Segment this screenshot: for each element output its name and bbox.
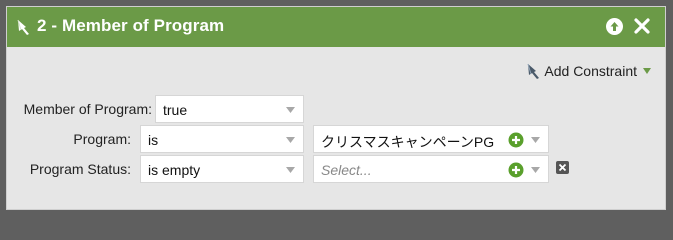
plus-circle-icon[interactable] xyxy=(508,132,524,148)
member-of-program-select[interactable]: true xyxy=(155,95,304,123)
add-constraint-button[interactable]: Add Constraint xyxy=(526,63,651,79)
filter-wand-icon xyxy=(17,19,29,35)
chevron-down-icon xyxy=(286,137,295,143)
program-operator-select[interactable]: is xyxy=(140,125,304,153)
program-label: Program: xyxy=(73,131,131,147)
square-x-icon[interactable] xyxy=(556,161,569,174)
chevron-down-icon xyxy=(531,137,540,143)
filter-wand-icon xyxy=(527,63,540,79)
program-status-label: Program Status: xyxy=(29,161,131,177)
member-of-program-label: Member of Program: xyxy=(23,101,152,117)
program-status-placeholder: Select... xyxy=(321,162,372,178)
program-value-select[interactable]: クリスマスキャンペーンPG xyxy=(313,125,549,153)
chevron-down-icon xyxy=(531,167,540,173)
filter-titlebar: 2 - Member of Program xyxy=(7,7,665,47)
program-status-operator-select[interactable]: is empty xyxy=(140,155,304,183)
filter-title: 2 - Member of Program xyxy=(37,16,225,35)
program-value: クリスマスキャンペーンPG xyxy=(321,134,495,150)
member-of-program-value: true xyxy=(163,102,188,118)
chevron-down-icon xyxy=(286,107,295,113)
chevron-down-icon xyxy=(286,167,295,173)
filter-panel: 2 - Member of Program Add Constraint Mem… xyxy=(6,6,666,210)
program-status-operator-value: is empty xyxy=(148,162,201,178)
add-constraint-label: Add Constraint xyxy=(544,63,637,79)
arrow-up-circle-icon[interactable] xyxy=(606,18,623,35)
close-x-icon[interactable] xyxy=(633,17,651,35)
constraint-row-member-of-program: Member of Program: true xyxy=(7,95,665,123)
program-status-value-select[interactable]: Select... xyxy=(313,155,549,183)
triangle-down-icon[interactable] xyxy=(643,68,651,74)
constraint-row-program-status: Program Status: is empty Select... xyxy=(7,155,665,183)
plus-circle-icon[interactable] xyxy=(508,162,524,178)
program-operator-value: is xyxy=(148,132,159,148)
constraint-row-program: Program: is クリスマスキャンペーンPG xyxy=(7,125,665,153)
